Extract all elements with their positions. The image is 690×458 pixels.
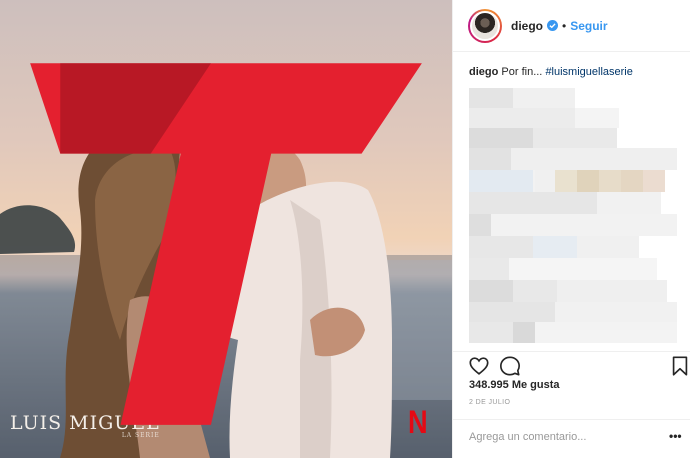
verified-icon <box>547 20 558 31</box>
follow-button[interactable]: Seguir <box>570 19 607 33</box>
post-sidebar: diego • Seguir diego Por fin... #luismig… <box>452 0 690 458</box>
telemundo-logo-icon <box>30 63 422 425</box>
post-photo[interactable]: LUIS MIGUEL LA SERIE N <box>0 0 452 458</box>
like-count[interactable]: 348.995 Me gusta <box>469 379 560 391</box>
caption-username[interactable]: diego <box>469 66 498 78</box>
caption-hashtag[interactable]: #luismiguellaserie <box>545 66 632 78</box>
header-username[interactable]: diego <box>511 19 543 33</box>
caption-text: Por fin... <box>501 66 543 78</box>
comment-area: ••• <box>453 419 690 452</box>
bookmark-icon[interactable] <box>669 355 690 377</box>
more-options-icon[interactable]: ••• <box>669 429 682 443</box>
post-header: diego • Seguir <box>453 0 690 52</box>
post-caption: diego Por fin... #luismiguellaserie <box>469 66 633 78</box>
netflix-logo: N <box>408 404 428 440</box>
post-date: 2 DE JULIO <box>469 399 511 406</box>
pixelated-comments <box>469 88 677 343</box>
heart-icon[interactable] <box>468 355 490 377</box>
post-actions: 348.995 Me gusta 2 DE JULIO ••• <box>453 351 690 451</box>
comment-input[interactable] <box>469 429 649 445</box>
comment-icon[interactable] <box>499 355 521 377</box>
avatar[interactable] <box>468 8 502 43</box>
header-separator: • <box>562 18 567 33</box>
